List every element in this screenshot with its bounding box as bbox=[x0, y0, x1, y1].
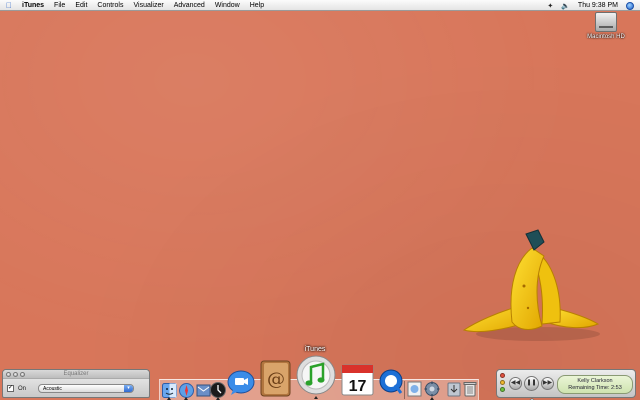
menu-file[interactable]: File bbox=[54, 2, 65, 9]
downloads-folder-icon[interactable] bbox=[447, 381, 461, 397]
now-playing-artist: Kelly Clarkson bbox=[577, 378, 613, 384]
menu-window[interactable]: Window bbox=[215, 2, 240, 9]
previous-track-button[interactable]: ◀◀ bbox=[509, 377, 522, 390]
equalizer-preset-select[interactable]: Acoustic ▾ bbox=[38, 384, 135, 393]
safari-icon[interactable] bbox=[179, 383, 194, 398]
hard-drive-icon[interactable] bbox=[595, 12, 617, 32]
menu-visualizer[interactable]: Visualizer bbox=[133, 2, 163, 9]
preview-icon[interactable] bbox=[407, 381, 422, 397]
next-track-button[interactable]: ▶▶ bbox=[541, 377, 554, 390]
close-button[interactable] bbox=[500, 373, 505, 378]
remaining-time: Remaining Time: 2:53 bbox=[568, 385, 622, 391]
menu-advanced[interactable]: Advanced bbox=[174, 2, 205, 9]
itunes-icon[interactable] bbox=[296, 355, 336, 395]
equalizer-window: Equalizer ✓ On Acoustic ▾ bbox=[2, 369, 150, 398]
menu-edit[interactable]: Edit bbox=[75, 2, 87, 9]
menubar-status-area: ✦ 🔈 Thu 9:38 PM bbox=[547, 0, 634, 11]
spotlight-icon[interactable] bbox=[626, 1, 634, 10]
bluetooth-icon[interactable]: ✦ bbox=[547, 2, 553, 10]
finder-icon[interactable] bbox=[162, 383, 177, 398]
volume-slider[interactable]: ◄► bbox=[512, 391, 550, 400]
dock-hover-label: iTunes bbox=[304, 346, 326, 353]
volume-icon[interactable]: 🔈 bbox=[561, 2, 570, 10]
system-preferences-icon[interactable] bbox=[424, 381, 440, 397]
equalizer-on-label: On bbox=[18, 385, 27, 392]
menu-controls[interactable]: Controls bbox=[97, 2, 123, 9]
chevron-down-icon: ▾ bbox=[124, 385, 134, 392]
menu-app-name[interactable]: iTunes bbox=[22, 2, 44, 9]
preset-value: Acoustic bbox=[43, 385, 62, 392]
trash-icon[interactable] bbox=[463, 381, 477, 397]
now-playing-display: Kelly Clarkson Remaining Time: 2:53 bbox=[557, 375, 633, 394]
ichat-icon[interactable] bbox=[227, 370, 255, 396]
minimize-button[interactable] bbox=[500, 380, 505, 385]
mail-icon[interactable] bbox=[196, 383, 211, 398]
equalizer-titlebar[interactable]: Equalizer bbox=[3, 370, 149, 379]
drive-label: Macintosh HD bbox=[587, 34, 625, 40]
pause-button[interactable]: ❚❚ bbox=[524, 376, 539, 391]
equalizer-on-checkbox[interactable]: ✓ bbox=[7, 385, 14, 392]
svg-text:@: @ bbox=[267, 369, 285, 390]
zoom-button[interactable] bbox=[500, 387, 505, 392]
quicktime-icon[interactable] bbox=[378, 368, 404, 396]
ical-icon[interactable]: 17 bbox=[339, 361, 376, 397]
equalizer-title: Equalizer bbox=[63, 371, 89, 377]
svg-text:17: 17 bbox=[349, 378, 367, 395]
dock-separator bbox=[404, 381, 405, 399]
menubar-clock[interactable]: Thu 9:38 PM bbox=[578, 2, 618, 9]
apple-icon[interactable]:  bbox=[2, 1, 16, 10]
address-book-icon[interactable]: @ bbox=[259, 360, 292, 397]
desktop-drive[interactable]: Macintosh HD bbox=[584, 12, 628, 40]
menu-help[interactable]: Help bbox=[250, 2, 264, 9]
menu-bar:  iTunes File Edit Controls Visualizer A… bbox=[0, 0, 640, 11]
dashboard-icon[interactable] bbox=[210, 382, 226, 398]
itunes-running-indicator bbox=[314, 396, 318, 399]
banana-peel-icon bbox=[462, 229, 600, 341]
